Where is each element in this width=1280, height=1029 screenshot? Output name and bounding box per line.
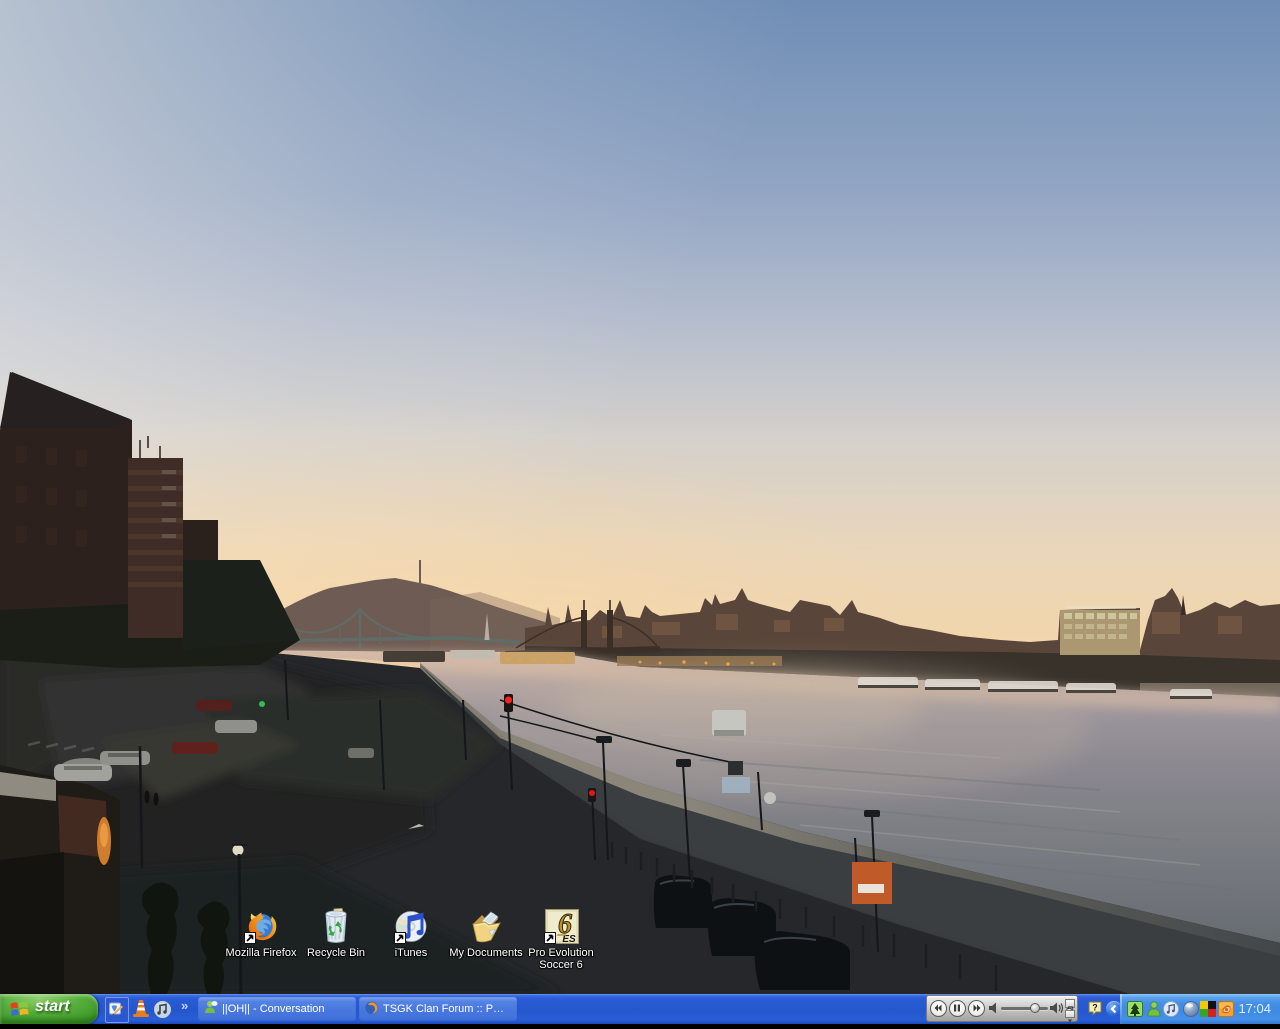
svg-text:?: ? [1092, 1003, 1098, 1013]
